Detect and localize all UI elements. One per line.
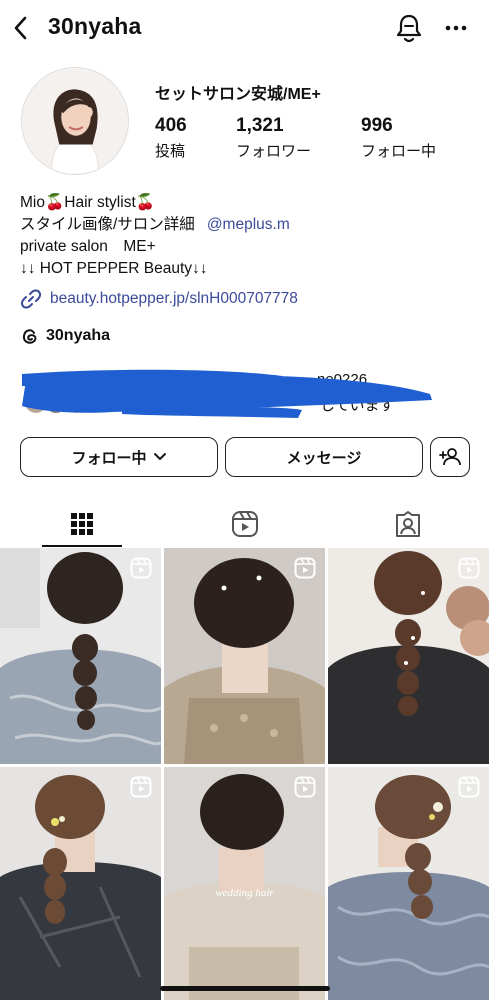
post-thumbnail[interactable]: [164, 548, 325, 764]
post-thumbnail[interactable]: [0, 767, 161, 1000]
bio-line-with-mention: スタイル画像/サロン詳細 @meplus.m: [20, 214, 290, 236]
home-indicator[interactable]: [160, 986, 330, 991]
followers-stat[interactable]: 1,321 フォロワー: [236, 115, 311, 161]
following-button-label: フォロー中: [71, 449, 147, 467]
active-tab-indicator: [42, 545, 122, 547]
threads-badge[interactable]: 30nyaha: [20, 326, 110, 346]
post-thumbnail[interactable]: wedding hair: [164, 767, 325, 1000]
tab-tagged[interactable]: [326, 500, 489, 548]
post-thumbnail[interactable]: [0, 548, 161, 764]
reel-badge-icon: [458, 776, 480, 798]
profile-display-name: セットサロン安城/ME+: [155, 86, 321, 103]
avatar-photo: [22, 68, 128, 174]
reels-icon: [231, 511, 258, 537]
post-photo: [0, 767, 161, 1000]
following-stat[interactable]: 996 フォロー中: [361, 115, 436, 161]
post-photo: [164, 767, 325, 1000]
tab-reels[interactable]: [163, 500, 326, 548]
external-link-text: beauty.hotpepper.jp/slnH000707778: [50, 290, 298, 307]
bio-line: private salon ME+: [20, 238, 156, 255]
back-arrow-icon[interactable]: [10, 14, 34, 42]
post-photo: [328, 548, 489, 764]
grid-icon: [70, 513, 93, 535]
mutual-followers-redacted[interactable]: ne0226 しています: [22, 366, 432, 418]
message-button-label: メッセージ: [286, 449, 362, 467]
message-button[interactable]: メッセージ: [225, 437, 423, 477]
post-photo: [0, 548, 161, 764]
top-bar: 30nyaha: [0, 0, 489, 56]
profile-tabs: [0, 500, 489, 548]
notification-bell-icon[interactable]: [394, 12, 424, 44]
threads-icon: [22, 329, 37, 344]
reel-badge-icon: [458, 557, 480, 579]
posts-count: 406: [155, 115, 187, 136]
profile-username: 30nyaha: [48, 13, 142, 39]
tagged-icon: [395, 511, 420, 537]
chevron-down-icon: [153, 453, 166, 461]
post-caption: wedding hair: [215, 887, 274, 899]
post-thumbnail[interactable]: [328, 548, 489, 764]
following-count: 996: [361, 115, 393, 136]
tab-grid[interactable]: [0, 500, 163, 548]
suggested-users-button[interactable]: [430, 437, 470, 477]
posts-label: 投稿: [155, 143, 186, 160]
profile-avatar[interactable]: [21, 67, 129, 175]
reel-badge-icon: [130, 776, 152, 798]
bio-line: Mio🍒Hair stylist🍒: [20, 194, 156, 211]
external-link[interactable]: beauty.hotpepper.jp/slnH000707778: [20, 288, 298, 310]
post-grid: wedding hair: [0, 548, 489, 1000]
more-options-icon[interactable]: [444, 14, 468, 42]
reel-badge-icon: [294, 557, 316, 579]
add-person-icon: [439, 448, 461, 466]
threads-handle: 30nyaha: [46, 327, 111, 344]
post-photo: [328, 767, 489, 1000]
profile-bio: Mio🍒Hair stylist🍒 スタイル画像/サロン詳細 @meplus.m …: [20, 192, 290, 280]
post-thumbnail[interactable]: [328, 767, 489, 1000]
link-icon: [20, 289, 42, 309]
post-photo: [164, 548, 325, 764]
following-button[interactable]: フォロー中: [20, 437, 218, 477]
bio-line: ↓↓ HOT PEPPER Beauty↓↓: [20, 260, 208, 277]
bio-line: スタイル画像/サロン詳細: [20, 216, 195, 233]
followers-label: フォロワー: [236, 143, 312, 160]
following-label: フォロー中: [361, 143, 437, 160]
reel-badge-icon: [294, 776, 316, 798]
mention-link[interactable]: @meplus.m: [207, 216, 290, 233]
posts-stat[interactable]: 406 投稿: [155, 115, 187, 161]
followers-count: 1,321: [236, 115, 284, 136]
reel-badge-icon: [130, 557, 152, 579]
